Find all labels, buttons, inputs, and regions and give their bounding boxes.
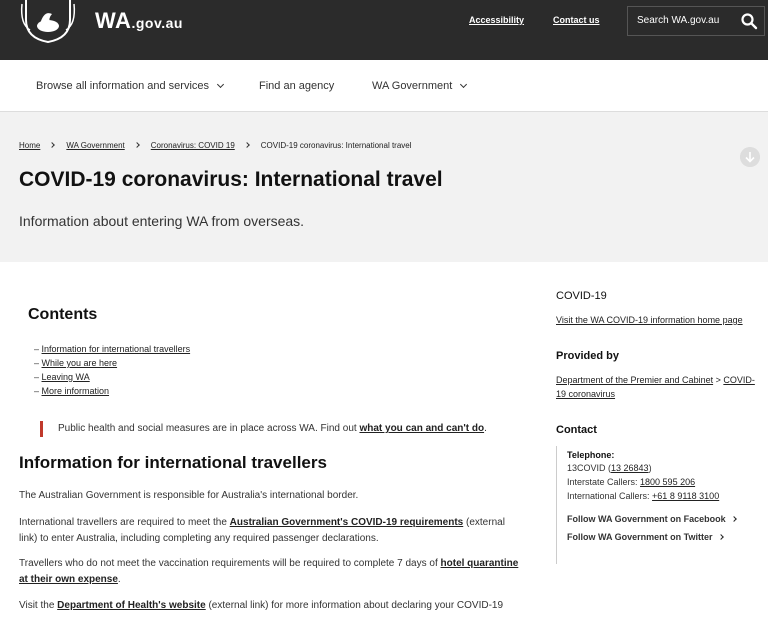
notice-link[interactable]: what you can and can't do (359, 423, 484, 434)
paragraph-1: The Australian Government is responsible… (19, 490, 359, 501)
toc-item: – More information (34, 386, 110, 396)
main-content: Contents – Information for international… (0, 262, 530, 625)
main-nav: Browse all information and services Find… (0, 60, 768, 112)
international-row: International Callers: +61 8 9118 3100 (567, 491, 719, 501)
brand-suffix: .gov.au (131, 15, 183, 31)
wa-crest-logo-icon[interactable] (18, 0, 78, 44)
contents-heading: Contents (28, 306, 98, 323)
toc-link-international-travellers[interactable]: Information for international travellers (42, 344, 191, 354)
health-website-link[interactable]: Department of Health's website (57, 600, 206, 611)
p4-text-b: (external link) for more information abo… (205, 600, 504, 611)
sidebar: COVID-19 Visit the WA COVID-19 informati… (556, 262, 768, 625)
twitter-label: Follow WA Government on Twitter (567, 532, 713, 542)
hotline-text-a: 13COVID ( (567, 463, 612, 473)
search-box[interactable]: Search WA.gov.au (627, 6, 765, 36)
toc-item: – Leaving WA (34, 372, 90, 382)
covid-home-link[interactable]: Visit the WA COVID-19 information home p… (556, 315, 743, 325)
breadcrumb: Home WA Government Coronavirus: COVID 19 CO… (19, 141, 412, 150)
hotline-text-b: ) (648, 463, 652, 473)
paragraph-2: International travellers are required to… (19, 515, 519, 547)
covid-requirements-link[interactable]: Australian Government's COVID-19 require… (230, 517, 464, 528)
chevron-right-icon (243, 142, 250, 148)
table-of-contents: – Information for international travelle… (34, 342, 190, 398)
chevron-right-icon (49, 142, 56, 148)
accessibility-link[interactable]: Accessibility (469, 15, 524, 25)
chevron-right-icon (730, 516, 737, 522)
paragraph-3: Travellers who do not meet the vaccinati… (19, 556, 519, 588)
search-input[interactable]: Search WA.gov.au (637, 15, 719, 26)
premier-cabinet-link[interactable]: Department of the Premier and Cabinet (556, 375, 713, 385)
nav-label: WA Government (372, 80, 453, 92)
hotline-number-link[interactable]: 13 26843 (611, 463, 649, 473)
contact-heading: Contact (556, 424, 597, 436)
interstate-number-link[interactable]: 1800 595 206 (640, 477, 695, 487)
paragraph-4: Visit the Department of Health's website… (19, 598, 519, 614)
p3-text-b: . (117, 574, 121, 585)
facebook-label: Follow WA Government on Facebook (567, 514, 726, 524)
section-heading: Information for international travellers (19, 453, 327, 472)
p4-text-a: Visit the (19, 600, 58, 611)
interstate-label: Interstate Callers: (567, 477, 641, 487)
nav-label: Find an agency (259, 80, 335, 92)
telephone-label: Telephone: (567, 450, 615, 460)
page-subtitle: Information about entering WA from overs… (19, 213, 305, 229)
facebook-follow-link[interactable]: Follow WA Government on Facebook (567, 514, 737, 524)
contact-us-link[interactable]: Contact us (553, 15, 600, 25)
twitter-follow-link[interactable]: Follow WA Government on Twitter (567, 532, 724, 542)
provided-by-links: Department of the Premier and Cabinet > … (556, 373, 755, 401)
site-brand[interactable]: WA.gov.au (95, 8, 183, 34)
search-icon[interactable] (740, 12, 758, 30)
nav-label: Browse all information and services (36, 80, 210, 92)
covid-hotline-row: 13COVID (13 26843) (567, 463, 652, 473)
toc-item: – While you are here (34, 358, 118, 368)
chevron-right-icon (133, 142, 140, 148)
international-number-link[interactable]: +61 8 9118 3100 (652, 491, 719, 501)
interstate-row: Interstate Callers: 1800 595 206 (567, 477, 695, 487)
international-label: International Callers: (567, 491, 653, 501)
breadcrumb-current: COVID-19 coronavirus: International trav… (260, 141, 412, 150)
notice-callout: Public health and social measures are in… (40, 421, 487, 437)
toc-link-while-here[interactable]: While you are here (42, 358, 118, 368)
brand-name: WA (95, 8, 132, 33)
arrow-down-icon[interactable] (740, 147, 760, 167)
page-hero: Home WA Government Coronavirus: COVID 19 CO… (0, 112, 768, 262)
covid-coronavirus-link-a[interactable]: COVID- (723, 375, 755, 385)
chevron-right-icon (717, 534, 724, 540)
toc-item: – Information for international travelle… (34, 344, 191, 354)
nav-wa-government[interactable]: WA Government (372, 80, 468, 92)
nav-find-agency[interactable]: Find an agency (259, 80, 334, 92)
breadcrumb-coronavirus[interactable]: Coronavirus: COVID 19 (151, 141, 235, 150)
sidebar-covid-link-row: Visit the WA COVID-19 information home p… (556, 313, 743, 327)
chevron-down-icon (216, 80, 225, 89)
notice-text: Public health and social measures are in… (58, 423, 360, 434)
chevron-down-icon (460, 80, 468, 89)
provided-by-heading: Provided by (556, 350, 619, 362)
p3-text-a: Travellers who do not meet the vaccinati… (19, 558, 441, 569)
contact-block: Telephone: 13COVID (13 26843) Interstate… (556, 446, 756, 564)
sidebar-covid-heading: COVID-19 (556, 290, 607, 302)
nav-browse-services[interactable]: Browse all information and services (36, 80, 225, 92)
page-title: COVID-19 coronavirus: International trav… (19, 168, 443, 191)
provided-separator: > (713, 375, 724, 385)
toc-link-more-info[interactable]: More information (42, 386, 110, 396)
top-header: WA.gov.au Accessibility Contact us Searc… (0, 0, 768, 60)
breadcrumb-wa-government[interactable]: WA Government (66, 141, 124, 150)
toc-link-leaving-wa[interactable]: Leaving WA (42, 372, 90, 382)
p2-text-a: International travellers are required to… (19, 517, 230, 528)
covid-coronavirus-link-b[interactable]: 19 coronavirus (556, 389, 615, 399)
breadcrumb-home[interactable]: Home (19, 141, 40, 150)
notice-end: . (484, 423, 487, 434)
